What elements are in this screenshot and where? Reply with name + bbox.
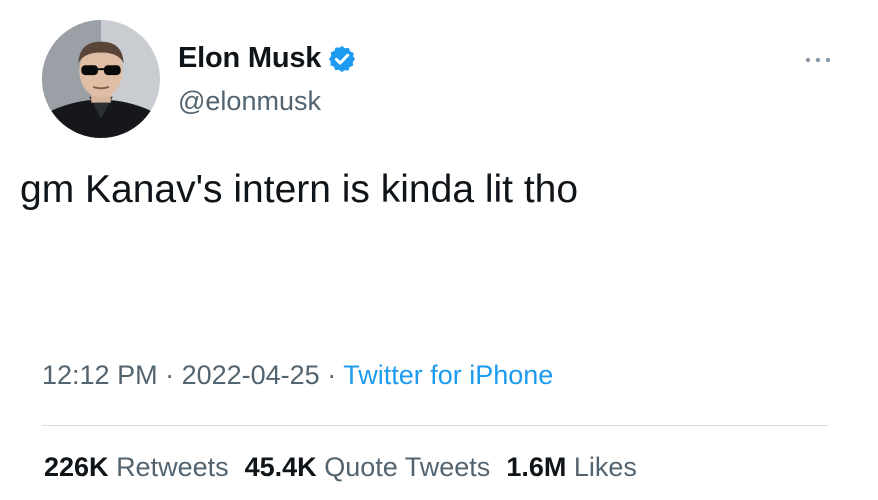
more-options-button[interactable] (800, 48, 836, 72)
tweet-text: gm Kanav's intern is kinda lit tho (20, 168, 579, 211)
likes-stat[interactable]: 1.6M Likes (506, 452, 637, 483)
quote-tweets-stat[interactable]: 45.4K Quote Tweets (245, 452, 491, 483)
quote-tweets-count: 45.4K (244, 452, 317, 482)
meta-separator: · (319, 360, 344, 390)
retweets-label: Retweets (116, 452, 229, 482)
quote-tweets-label: Quote Tweets (324, 452, 491, 482)
tweet-time[interactable]: 12:12 PM (42, 360, 158, 390)
avatar[interactable] (42, 20, 160, 138)
meta-separator: · (157, 360, 182, 390)
author-name-row: Elon Musk (178, 42, 357, 75)
tweet-stats: 226K Retweets 45.4K Quote Tweets 1.6M Li… (44, 452, 637, 483)
author-display-name[interactable]: Elon Musk (178, 42, 321, 75)
verified-badge-icon (329, 45, 356, 72)
retweets-stat[interactable]: 226K Retweets (44, 452, 229, 483)
tweet-date[interactable]: 2022-04-25 (182, 360, 320, 390)
tweet-card: Elon Musk @elonmusk gm Kanav's intern is… (0, 0, 878, 500)
divider (42, 425, 828, 426)
avatar-photo-icon (42, 20, 160, 138)
likes-label: Likes (573, 452, 637, 482)
likes-count: 1.6M (506, 452, 567, 482)
tweet-source-link[interactable]: Twitter for iPhone (343, 360, 553, 390)
author-handle[interactable]: @elonmusk (178, 86, 321, 117)
tweet-meta: 12:12 PM · 2022-04-25 · Twitter for iPho… (42, 360, 553, 391)
more-options-icon (805, 57, 831, 63)
retweets-count: 226K (44, 452, 109, 482)
